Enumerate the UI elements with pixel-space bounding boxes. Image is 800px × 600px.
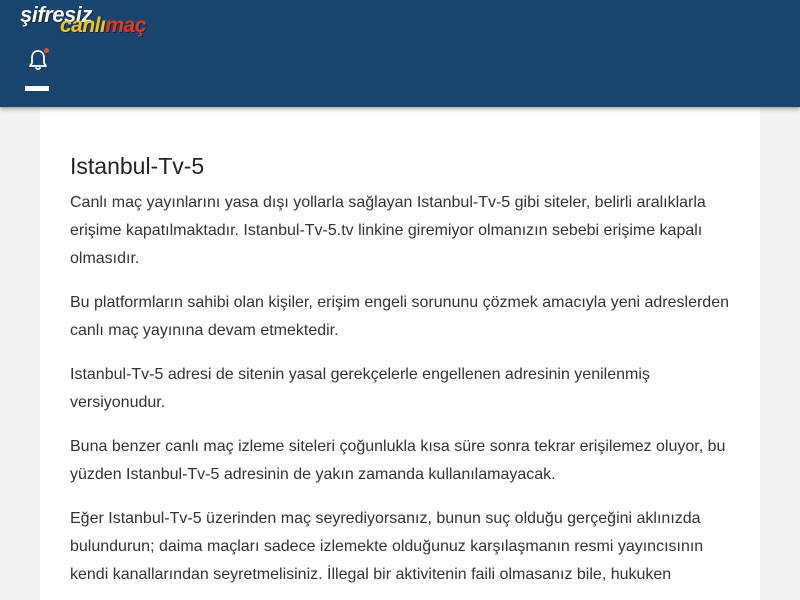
logo-text-canlimac: canlımaç (60, 14, 146, 38)
article-paragraph-5: Eğer Istanbul-Tv-5 üzerinden maç seyredi… (70, 510, 704, 583)
bell-icon[interactable] (27, 48, 49, 72)
article-content: Istanbul-Tv-5 Canlı maç yayınlarını yasa… (40, 107, 760, 600)
logo-text-canli: canlı (60, 14, 106, 37)
logo-text-mac: maç (105, 14, 146, 37)
article-paragraph-4: Buna benzer canlı maç izleme siteleri ço… (70, 438, 726, 483)
article-paragraph-1: Canlı maç yayınlarını yasa dışı yollarla… (70, 194, 706, 267)
site-header: şifresiz canlımaç (0, 0, 800, 107)
hamburger-icon[interactable] (25, 86, 49, 91)
site-logo[interactable]: şifresiz canlımaç (20, 0, 170, 40)
page-title: Istanbul-Tv-5 (70, 153, 205, 179)
article-paragraph-3: Istanbul-Tv-5 adresi de sitenin yasal ge… (70, 366, 650, 411)
notification-dot (44, 48, 49, 53)
article-paragraph-2: Bu platformların sahibi olan kişiler, er… (70, 294, 729, 339)
